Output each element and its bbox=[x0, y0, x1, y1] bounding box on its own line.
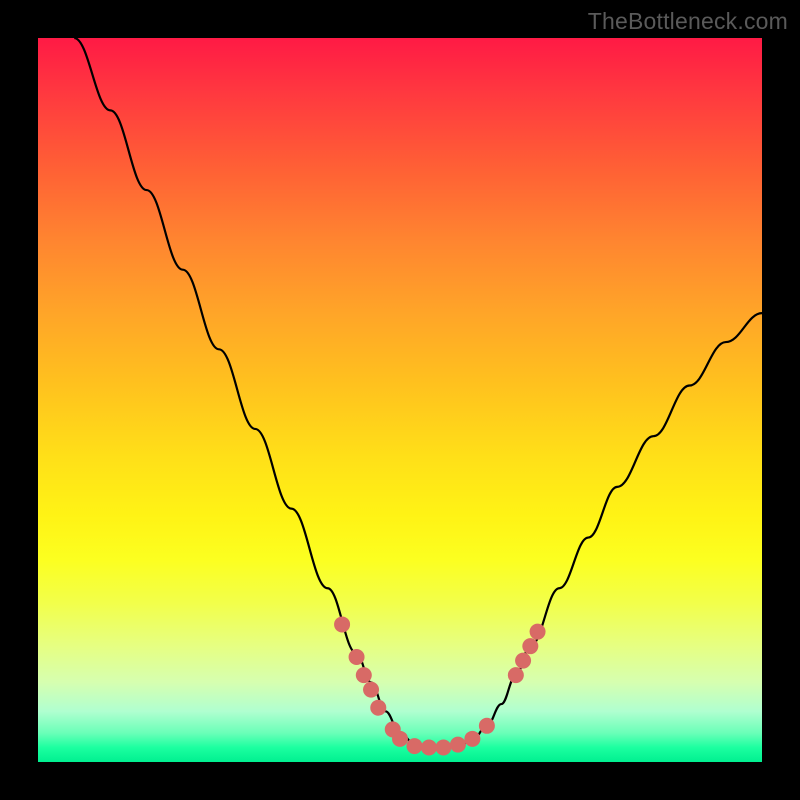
marker-dot bbox=[522, 638, 538, 654]
marker-dot bbox=[349, 649, 365, 665]
marker-dot bbox=[370, 700, 386, 716]
marker-dot bbox=[392, 731, 408, 747]
marker-dot bbox=[363, 682, 379, 698]
marker-dot bbox=[515, 653, 531, 669]
marker-dot bbox=[479, 718, 495, 734]
marker-dot bbox=[421, 740, 437, 756]
marker-dot bbox=[334, 616, 350, 632]
marker-dot bbox=[530, 624, 546, 640]
chart-plot-area bbox=[38, 38, 762, 762]
marker-dot bbox=[450, 737, 466, 753]
chart-svg bbox=[38, 38, 762, 762]
marker-dot bbox=[508, 667, 524, 683]
watermark-text: TheBottleneck.com bbox=[588, 8, 788, 35]
marker-dot bbox=[435, 740, 451, 756]
marker-dot bbox=[464, 731, 480, 747]
marker-dot bbox=[356, 667, 372, 683]
marker-dots-group bbox=[334, 616, 545, 755]
marker-dot bbox=[406, 738, 422, 754]
bottleneck-curve bbox=[74, 38, 762, 748]
